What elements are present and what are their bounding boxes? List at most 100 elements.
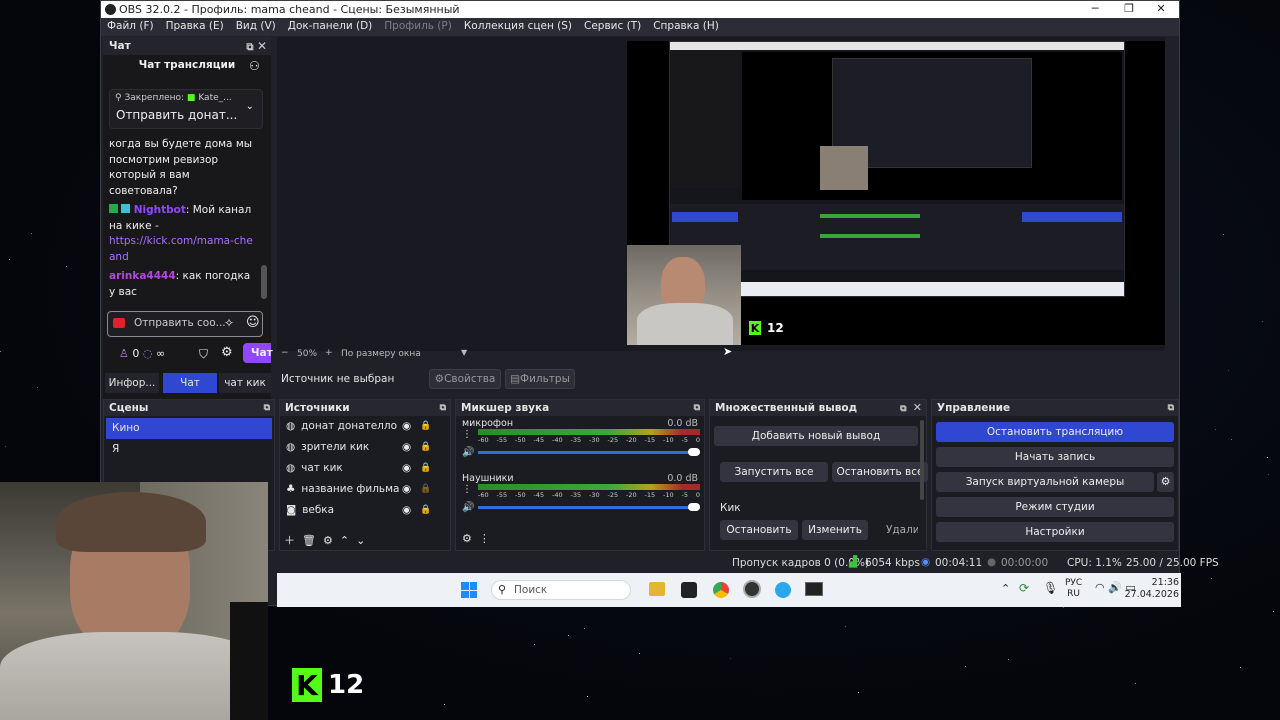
menu-help[interactable]: Справка (H) [647, 18, 725, 36]
terminal-icon[interactable] [805, 582, 823, 596]
menu-scene-collection[interactable]: Коллекция сцен (S) [458, 18, 578, 36]
channel-menu-icon[interactable]: ⋮ [462, 484, 472, 495]
visibility-eye-icon[interactable]: ◉ [402, 416, 411, 437]
volume-slider[interactable] [478, 503, 700, 511]
preview-area[interactable]: K 12 [277, 37, 1165, 351]
stop-stream-button[interactable]: Остановить трансляцию [936, 422, 1174, 442]
message-link[interactable]: https://kick.com/mama-cheand [109, 234, 259, 265]
emoji-icon[interactable]: ☺ [246, 315, 260, 330]
message-user[interactable]: Nightbot [134, 204, 186, 216]
menu-view[interactable]: Вид (V) [230, 18, 282, 36]
chat-input[interactable]: Отправить соо... ✧ ☺ [107, 311, 263, 337]
start-recording-button[interactable]: Начать запись [936, 447, 1174, 467]
volume-icon[interactable]: 🔊 [1108, 581, 1122, 594]
visibility-eye-icon[interactable]: ◉ [402, 458, 411, 479]
telegram-icon[interactable] [775, 582, 791, 598]
zoom-out-button[interactable]: − [281, 348, 289, 358]
visibility-eye-icon[interactable]: ◉ [402, 500, 411, 521]
mic-icon[interactable]: 🎙 [1043, 581, 1058, 595]
maximize-button[interactable]: ❐ [1115, 2, 1143, 17]
close-dock-icon[interactable]: ✕ [257, 39, 267, 53]
search-box[interactable]: ⚲ Поиск [491, 580, 631, 600]
tab-info[interactable]: Инфор... [105, 373, 159, 393]
start-all-button[interactable]: Запустить все [720, 462, 828, 482]
undock-icon[interactable]: ⧉ [246, 42, 253, 53]
remove-source-button[interactable]: 🗑 [302, 534, 316, 547]
chevron-down-icon[interactable]: ⌄ [246, 101, 254, 112]
capcut-icon[interactable] [681, 582, 697, 598]
undock-icon[interactable]: ⧉ [694, 400, 700, 416]
close-dock-icon[interactable]: ✕ [913, 401, 922, 414]
source-item[interactable]: ◍ чат кик ◉ 🔒 [280, 458, 450, 479]
close-button[interactable]: ✕ [1147, 2, 1175, 17]
undock-icon[interactable]: ⧉ [900, 404, 906, 414]
source-settings-button[interactable]: ⚙ [323, 534, 333, 547]
lock-icon[interactable]: 🔒 [420, 416, 431, 437]
source-item[interactable]: ◙ вебка ◉ 🔒 [280, 500, 450, 521]
fit-select[interactable]: По размеру окна [341, 349, 421, 359]
volume-knob[interactable] [688, 448, 700, 456]
move-up-button[interactable]: ⌃ [340, 534, 349, 547]
delete-output-button[interactable]: Удалит [872, 520, 918, 540]
sync-icon[interactable]: ⟳ [1019, 581, 1029, 595]
source-item[interactable]: ♣ название фильма ◉ 🔒 [280, 479, 450, 500]
shield-icon[interactable]: ⛉ [199, 347, 208, 362]
lock-icon[interactable]: 🔒 [420, 437, 431, 458]
chat-scrollbar[interactable] [261, 265, 267, 299]
move-down-button[interactable]: ⌄ [356, 534, 365, 547]
stop-all-button[interactable]: Остановить все [832, 462, 928, 482]
menu-profile[interactable]: Профиль (P) [378, 18, 458, 36]
stop-output-button[interactable]: Остановить [720, 520, 798, 540]
chevron-up-icon[interactable]: ⌃ [1001, 582, 1010, 595]
undock-icon[interactable]: ⧉ [1168, 400, 1174, 416]
lock-icon[interactable]: 🔒 [420, 500, 431, 521]
menu-docks[interactable]: Док-панели (D) [282, 18, 379, 36]
undock-icon[interactable]: ⧉ [264, 400, 270, 416]
source-item[interactable]: ◍ зрители кик ◉ 🔒 [280, 437, 450, 458]
filters-button[interactable]: ▤Фильтры [505, 369, 575, 389]
visibility-eye-icon[interactable]: ◉ [402, 479, 411, 500]
source-item[interactable]: ◍ донат донателло ◉ 🔒 [280, 416, 450, 437]
scene-item[interactable]: Я [106, 439, 272, 460]
properties-button[interactable]: ⚙Свойства [429, 369, 501, 389]
wifi-icon[interactable]: ◠ [1095, 581, 1105, 594]
gear-icon[interactable]: ⚙ [221, 345, 233, 360]
message-user[interactable]: arinka4444 [109, 270, 176, 282]
tab-kick-chat[interactable]: чат кик [219, 373, 271, 393]
studio-mode-button[interactable]: Режим студии [936, 497, 1174, 517]
visibility-eye-icon[interactable]: ◉ [402, 437, 411, 458]
channel-menu-icon[interactable]: ⋮ [462, 429, 472, 440]
points-icon[interactable]: ♙ [119, 347, 129, 360]
pinned-message[interactable]: ⚲ Закреплено: ■ Kate_... Отправить донат… [109, 89, 263, 129]
menu-edit[interactable]: Правка (E) [160, 18, 230, 36]
folder-icon[interactable] [649, 582, 665, 596]
speaker-icon[interactable]: 🔊 [462, 502, 474, 513]
dock-scrollbar[interactable] [920, 420, 924, 500]
chevron-down-icon[interactable]: ▼ [461, 348, 467, 357]
undock-icon[interactable]: ⧉ [440, 400, 446, 416]
settings-button[interactable]: Настройки [936, 522, 1174, 542]
start-icon[interactable] [461, 582, 477, 598]
magic-icon[interactable]: ✧ [224, 316, 234, 330]
preview-canvas[interactable]: K 12 [627, 41, 1165, 345]
scene-item[interactable]: Кино [106, 418, 272, 439]
virtual-camera-button[interactable]: Запуск виртуальной камеры [936, 472, 1154, 492]
users-icon[interactable]: ⚇ [249, 59, 260, 73]
tab-chat[interactable]: Чат [163, 373, 217, 393]
minimize-button[interactable]: ─ [1081, 2, 1109, 17]
obs-taskbar-icon[interactable] [743, 580, 761, 598]
chrome-icon[interactable] [713, 582, 729, 598]
edit-output-button[interactable]: Изменить [802, 520, 868, 540]
virtual-camera-settings-icon[interactable]: ⚙ [1157, 472, 1174, 492]
clock[interactable]: 21:36 27.04.2026 [1125, 577, 1179, 601]
zoom-in-button[interactable]: + [325, 348, 333, 358]
send-chat-button[interactable]: Чат [243, 343, 273, 363]
add-output-button[interactable]: Добавить новый вывод [714, 426, 918, 446]
speaker-icon[interactable]: 🔊 [462, 447, 474, 458]
menu-file[interactable]: Файл (F) [101, 18, 160, 36]
volume-knob[interactable] [688, 503, 700, 511]
lock-icon[interactable]: 🔒 [420, 458, 431, 479]
unlock-icon[interactable]: 🔒 [420, 479, 431, 500]
volume-slider[interactable] [478, 448, 700, 456]
menu-tools[interactable]: Сервис (T) [578, 18, 647, 36]
